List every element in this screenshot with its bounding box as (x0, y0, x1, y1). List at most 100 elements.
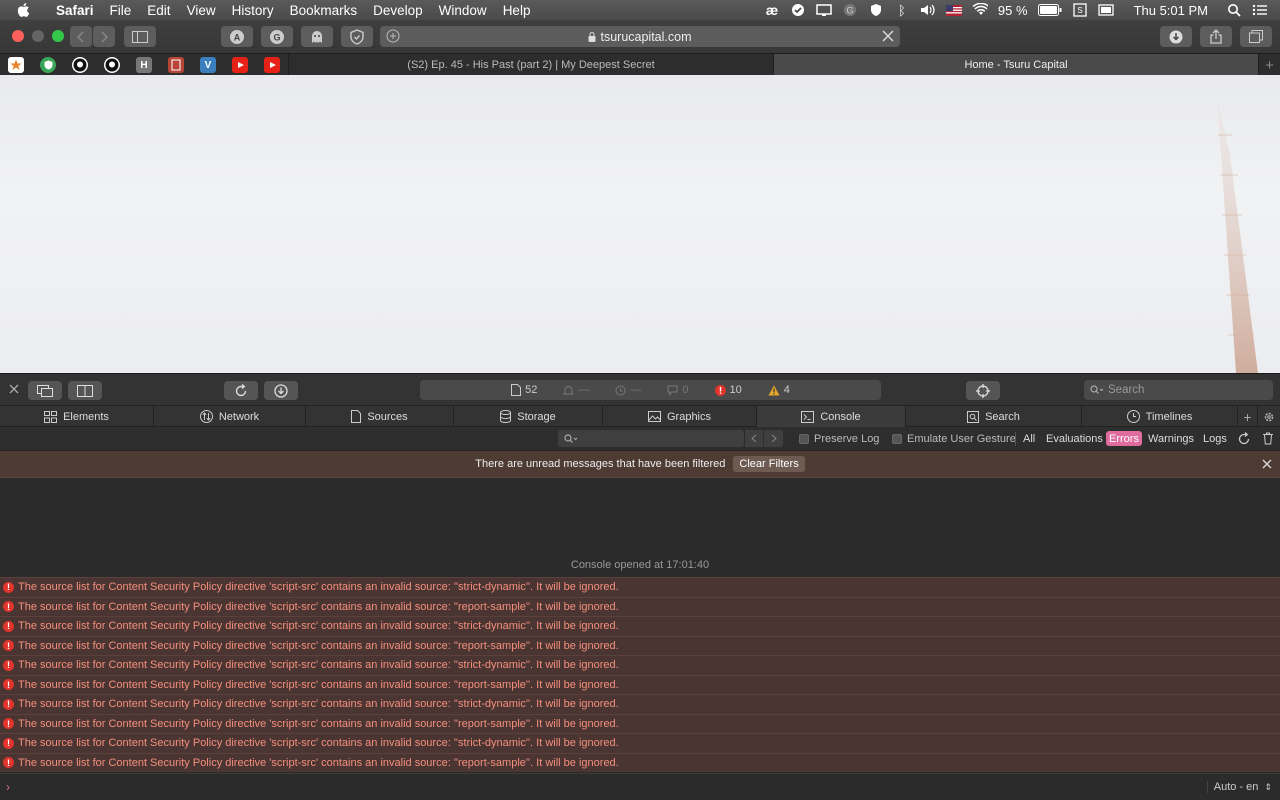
logs-count[interactable]: 0 (667, 384, 689, 396)
vpn-shield-icon[interactable] (868, 3, 884, 17)
tab-network[interactable]: Network (154, 406, 306, 427)
tab-sources[interactable]: Sources (306, 406, 454, 427)
download-archive-button[interactable] (264, 381, 298, 400)
inspect-element-button[interactable] (966, 381, 1000, 400)
h-icon[interactable]: H (136, 57, 152, 73)
translate-extension-button[interactable]: A (221, 26, 253, 47)
menu-file[interactable]: File (102, 3, 140, 18)
zoom-window-button[interactable] (52, 30, 64, 42)
shield-icon[interactable] (40, 57, 56, 73)
menu-app-name[interactable]: Safari (48, 3, 102, 18)
console-error-row[interactable]: ! The source list for Content Security Po… (0, 752, 1280, 772)
v-icon[interactable]: V (200, 57, 216, 73)
clear-console-trash-icon[interactable] (1262, 432, 1274, 445)
volume-icon[interactable] (920, 3, 936, 17)
apple-icon[interactable] (16, 2, 36, 18)
console-error-row[interactable]: ! The source list for Content Security Po… (0, 635, 1280, 655)
notification-center-icon[interactable] (1252, 3, 1268, 17)
console-error-row[interactable]: ! The source list for Content Security Po… (0, 733, 1280, 753)
menu-history[interactable]: History (224, 3, 282, 18)
tab-storage[interactable]: Storage (454, 406, 603, 427)
book-icon[interactable] (168, 57, 184, 73)
address-bar[interactable]: tsurucapital.com (380, 26, 900, 47)
console-error-row[interactable]: ! The source list for Content Security Po… (0, 596, 1280, 616)
battery-icon[interactable] (1037, 3, 1062, 17)
next-match-button[interactable] (764, 430, 783, 447)
tab-console[interactable]: Console (757, 406, 906, 427)
share-button[interactable] (1200, 26, 1232, 47)
load-time[interactable]: — (615, 384, 641, 396)
keyboard-viewer-icon[interactable]: S (1072, 3, 1088, 17)
wifi-icon[interactable] (972, 3, 988, 17)
dock-side-button[interactable] (68, 381, 102, 400)
tab-search[interactable]: Search (906, 406, 1082, 427)
warnings-count[interactable]: 4 (768, 384, 790, 396)
ae-ligature-icon[interactable]: æ (764, 2, 780, 18)
console-error-row[interactable]: ! The source list for Content Security Po… (0, 577, 1280, 597)
close-window-button[interactable] (12, 30, 24, 42)
console-error-row[interactable]: ! The source list for Content Security Po… (0, 694, 1280, 714)
console-filter-input[interactable] (558, 430, 744, 447)
flag-us-icon[interactable] (945, 3, 962, 17)
checkbox-box[interactable] (799, 434, 809, 444)
menu-view[interactable]: View (179, 3, 224, 18)
console-error-row[interactable]: ! The source list for Content Security Po… (0, 616, 1280, 636)
menu-edit[interactable]: Edit (139, 3, 178, 18)
star-icon[interactable] (8, 57, 24, 73)
level-errors[interactable]: Errors (1106, 431, 1142, 446)
screen-icon[interactable] (1097, 3, 1114, 17)
grammarly-extension-button[interactable]: G (261, 26, 293, 47)
spotlight-icon[interactable] (1226, 3, 1242, 17)
tab-tsuru-capital[interactable]: Home - Tsuru Capital (773, 54, 1258, 76)
youtube-icon[interactable] (264, 57, 280, 73)
add-tab-button[interactable]: + (1238, 406, 1258, 427)
grammarly-icon[interactable]: G (842, 3, 858, 17)
forward-button[interactable] (93, 26, 115, 47)
tab-graphics[interactable]: Graphics (603, 406, 757, 427)
menu-window[interactable]: Window (431, 3, 495, 18)
settings-gear-icon[interactable] (1258, 406, 1280, 427)
execution-context-selector[interactable]: Auto - en ⇕ (1206, 781, 1272, 793)
stop-loading-icon[interactable] (882, 30, 894, 42)
transfer-size[interactable]: — (563, 384, 589, 396)
web-content[interactable] (0, 75, 1280, 373)
devtools-search-field[interactable]: Search (1084, 380, 1273, 400)
previous-match-button[interactable] (744, 430, 763, 447)
undock-button[interactable] (28, 381, 62, 400)
checkbox-box[interactable] (892, 434, 902, 444)
ghostery-extension-button[interactable] (301, 26, 333, 47)
clock[interactable]: Thu 5:01 PM (1134, 3, 1208, 18)
menu-bookmarks[interactable]: Bookmarks (282, 3, 366, 18)
tab-overview-button[interactable] (1240, 26, 1272, 47)
level-logs[interactable]: Logs (1200, 431, 1230, 446)
display-icon[interactable] (816, 3, 832, 17)
resources-count[interactable]: 52 (511, 384, 537, 396)
bluetooth-icon[interactable]: ᛒ (894, 3, 910, 18)
new-tab-button[interactable]: + (1258, 54, 1280, 76)
tab-timelines[interactable]: Timelines (1082, 406, 1238, 427)
downloads-button[interactable] (1160, 26, 1192, 47)
github-icon[interactable] (104, 57, 120, 73)
minimize-window-button[interactable] (32, 30, 44, 42)
adblock-extension-button[interactable] (341, 26, 373, 47)
console-prompt[interactable]: › Auto - en ⇕ (0, 773, 1280, 800)
clear-filters-button[interactable]: Clear Filters (733, 456, 805, 472)
add-tab-plus-icon[interactable] (386, 29, 400, 43)
console-error-row[interactable]: ! The source list for Content Security Po… (0, 655, 1280, 675)
github-icon[interactable] (72, 57, 88, 73)
console-error-row[interactable]: ! The source list for Content Security Po… (0, 674, 1280, 694)
level-evaluations[interactable]: Evaluations (1043, 431, 1106, 446)
menu-help[interactable]: Help (495, 3, 539, 18)
tab-my-deepest-secret[interactable]: (S2) Ep. 45 - His Past (part 2) | My Dee… (288, 54, 773, 76)
level-warnings[interactable]: Warnings (1145, 431, 1197, 446)
menu-develop[interactable]: Develop (365, 3, 431, 18)
youtube-icon[interactable] (232, 57, 248, 73)
errors-count[interactable]: 10 (714, 384, 742, 396)
console-error-row[interactable]: ! The source list for Content Security Po… (0, 713, 1280, 733)
back-button[interactable] (70, 26, 92, 47)
close-banner-icon[interactable] (1262, 459, 1272, 469)
level-all[interactable]: All (1020, 431, 1038, 446)
close-devtools-icon[interactable] (9, 384, 19, 394)
tab-elements[interactable]: Elements (0, 406, 154, 427)
battery-percent[interactable]: 95 % (998, 3, 1028, 18)
